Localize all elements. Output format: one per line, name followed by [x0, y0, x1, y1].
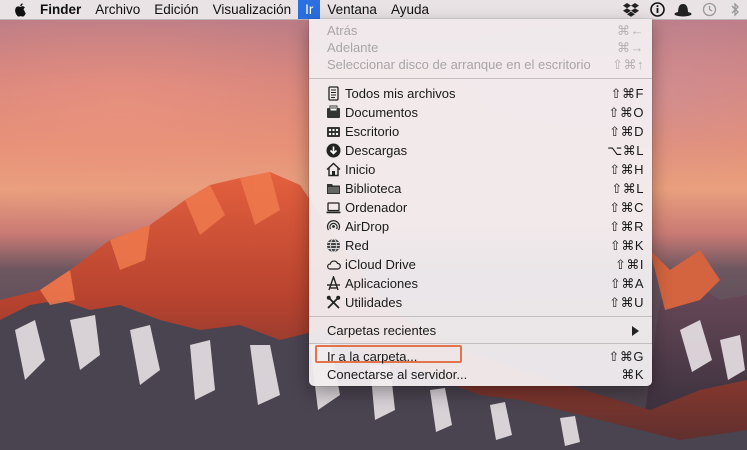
menu-item-shortcut: ⇧⌘H — [609, 162, 644, 177]
time-machine-icon[interactable] — [699, 0, 719, 19]
menu-item-label: Inicio — [345, 162, 376, 177]
menu-item-ir-a-la-carpeta[interactable]: Ir a la carpeta... ⇧⌘G — [309, 347, 652, 366]
menu-item-red[interactable]: Red ⇧⌘K — [309, 236, 652, 255]
menu-item-shortcut: ⇧⌘K — [609, 238, 644, 253]
menu-item-documentos[interactable]: Documentos ⇧⌘O — [309, 103, 652, 122]
menu-item-shortcut: ⇧⌘R — [609, 219, 644, 234]
menu-item-label: Conectarse al servidor... — [327, 367, 468, 382]
go-menu-dropdown: Atrás ⌘← Adelante ⌘→ Seleccionar disco d… — [309, 19, 652, 386]
menu-item-conectarse-al-servidor[interactable]: Conectarse al servidor... ⌘K — [309, 365, 652, 384]
icloud-icon — [327, 260, 341, 270]
menu-item-descargas[interactable]: Descargas ⌥⌘L — [309, 141, 652, 160]
menu-item-shortcut: ⇧⌘L — [611, 181, 644, 196]
menu-item-shortcut: ⇧⌘I — [614, 257, 644, 272]
menu-item-airdrop[interactable]: AirDrop ⇧⌘R — [309, 217, 652, 236]
applications-icon — [327, 276, 340, 291]
menu-item-seleccionar-disco[interactable]: Seleccionar disco de arranque en el escr… — [309, 55, 652, 74]
menu-finder[interactable]: Finder — [33, 0, 88, 19]
menu-item-label: Escritorio — [345, 124, 400, 139]
home-icon — [326, 162, 341, 177]
menu-item-utilidades[interactable]: Utilidades ⇧⌘U — [309, 293, 652, 312]
menu-item-label: iCloud Drive — [345, 257, 416, 272]
network-icon — [327, 238, 340, 253]
downloads-icon — [326, 143, 341, 158]
menu-item-shortcut: ⇧⌘A — [609, 276, 644, 291]
menu-item-label: Descargas — [345, 143, 408, 158]
airdrop-icon — [326, 220, 341, 231]
desktop-icon — [327, 127, 340, 137]
menu-item-carpetas-recientes[interactable]: Carpetas recientes — [309, 321, 652, 340]
menu-item-label: Aplicaciones — [345, 276, 418, 291]
menu-item-ordenador[interactable]: Ordenador ⇧⌘C — [309, 198, 652, 217]
menu-item-shortcut: ⌘K — [621, 367, 644, 382]
menu-item-shortcut: ⇧⌘U — [609, 295, 644, 310]
menu-item-label: AirDrop — [345, 219, 390, 234]
submenu-arrow-icon — [632, 326, 639, 336]
menu-item-label: Seleccionar disco de arranque en el escr… — [327, 57, 591, 72]
menu-archivo[interactable]: Archivo — [88, 0, 147, 19]
menu-item-icloud-drive[interactable]: iCloud Drive ⇧⌘I — [309, 255, 652, 274]
menu-item-label: Biblioteca — [345, 181, 402, 196]
utilities-icon — [326, 295, 341, 309]
menu-item-escritorio[interactable]: Escritorio ⇧⌘D — [309, 122, 652, 141]
menu-item-todos-mis-archivos[interactable]: Todos mis archivos ⇧⌘F — [309, 84, 652, 103]
menu-item-label: Red — [345, 238, 369, 253]
menu-item-biblioteca[interactable]: Biblioteca ⇧⌘L — [309, 179, 652, 198]
all-files-icon — [328, 86, 339, 101]
menu-edicion[interactable]: Edición — [147, 0, 205, 19]
computer-icon — [326, 202, 341, 214]
menu-item-label: Carpetas recientes — [327, 323, 437, 338]
menu-item-label: Ordenador — [345, 200, 408, 215]
menu-item-inicio[interactable]: Inicio ⇧⌘H — [309, 160, 652, 179]
apple-logo-icon[interactable] — [14, 2, 27, 17]
menu-item-shortcut: ⇧⌘C — [609, 200, 644, 215]
menu-item-shortcut: ⇧⌘D — [609, 124, 644, 139]
menu-separator — [309, 78, 652, 79]
menu-item-shortcut: ⌥⌘L — [607, 143, 644, 158]
menu-visualizacion[interactable]: Visualización — [206, 0, 299, 19]
menu-item-label: Todos mis archivos — [345, 86, 456, 101]
info-icon[interactable] — [647, 0, 667, 19]
menu-item-shortcut: ⇧⌘↑ — [612, 57, 644, 72]
status-area — [615, 0, 747, 19]
menu-item-label: Ir a la carpeta... — [327, 349, 418, 364]
library-folder-icon — [327, 184, 340, 194]
menu-item-aplicaciones[interactable]: Aplicaciones ⇧⌘A — [309, 274, 652, 293]
documents-icon — [327, 105, 340, 118]
menu-item-label: Documentos — [345, 105, 418, 120]
menu-ir[interactable]: Ir — [298, 0, 321, 19]
menu-separator — [309, 343, 652, 344]
bluetooth-icon[interactable] — [725, 0, 745, 19]
menu-ventana[interactable]: Ventana — [320, 0, 384, 19]
menu-ayuda[interactable]: Ayuda — [384, 0, 436, 19]
menu-item-shortcut: ⇧⌘G — [608, 349, 644, 364]
menu-bar: Finder Archivo Edición Visualización Ir … — [0, 0, 747, 20]
menu-item-shortcut: ⇧⌘O — [608, 105, 644, 120]
hat-icon[interactable] — [673, 0, 693, 19]
dropbox-icon[interactable] — [621, 0, 641, 19]
menu-separator — [309, 316, 652, 317]
menu-item-label: Utilidades — [345, 295, 403, 310]
menu-item-shortcut: ⇧⌘F — [610, 86, 644, 101]
